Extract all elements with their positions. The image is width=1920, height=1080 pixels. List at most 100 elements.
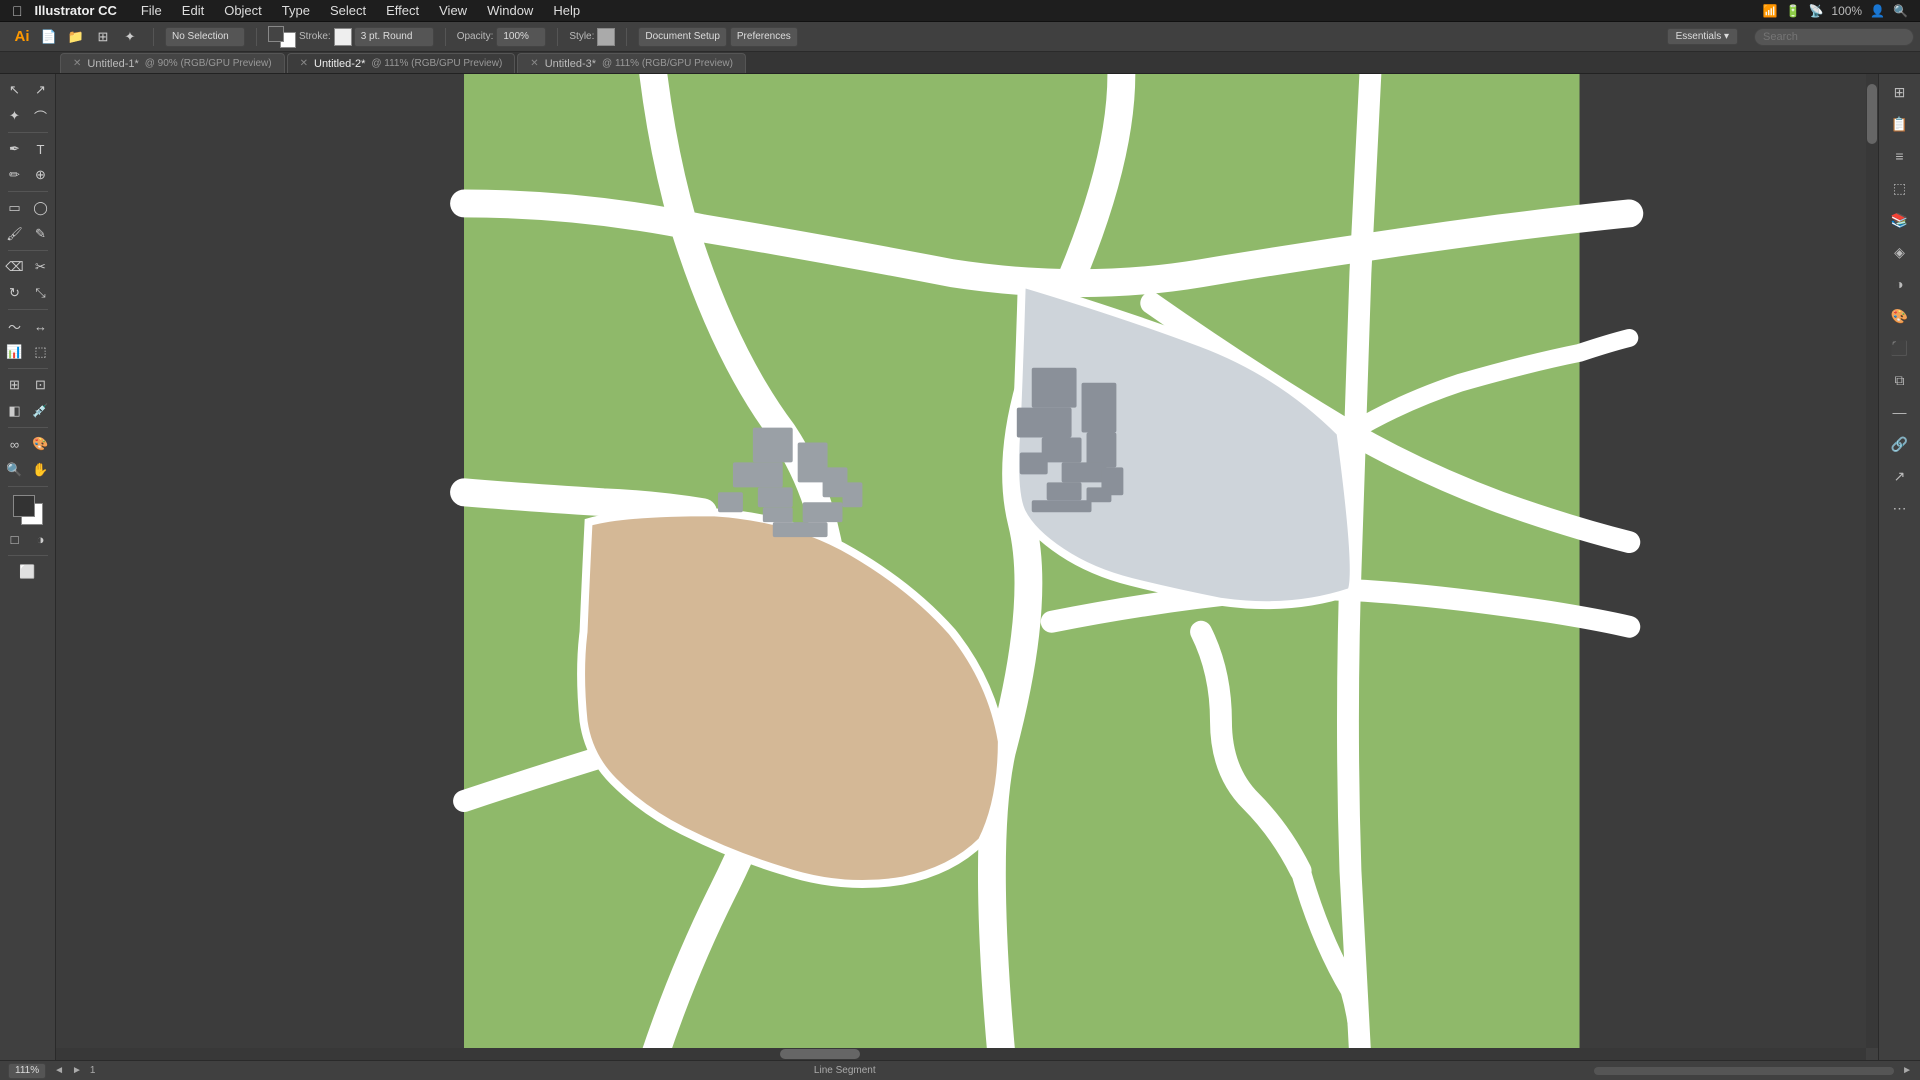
scale-tool[interactable]: ⤡ [29,281,53,305]
gradient-tool-row: ◧ 💉 [3,399,53,423]
hand-tool[interactable]: ✋ [29,458,53,482]
live-paint-tool[interactable]: 🎨 [29,432,53,456]
vertical-scroll-thumb[interactable] [1867,84,1877,144]
document-setup-button[interactable]: Document Setup [638,27,727,47]
properties-icon[interactable]: 📋 [1886,110,1914,138]
stroke-panel-icon[interactable]: — [1886,398,1914,426]
vertical-scrollbar[interactable] [1866,74,1878,1060]
links-icon[interactable]: 🔗 [1886,430,1914,458]
eyedropper-tool[interactable]: 💉 [29,399,53,423]
width-tool[interactable]: ↔ [29,314,53,338]
touch-type-tool[interactable]: ✏ [3,163,27,187]
eraser-tool[interactable]: ⌫ [3,255,27,279]
tab-untitled3[interactable]: ✕ Untitled-3* @ 111% (RGB/GPU Preview) [517,53,746,73]
fill-mode-icon[interactable]: □ [3,527,27,551]
artboard-tool[interactable]: ⬚ [29,340,53,364]
menu-edit[interactable]: Edit [172,1,214,20]
tab-untitled1[interactable]: ✕ Untitled-1* @ 90% (RGB/GPU Preview) [60,53,285,73]
blend-tool-row: ∞ 🎨 [3,432,53,456]
menu-select[interactable]: Select [320,1,376,20]
zoom-tool[interactable]: 🔍 [3,458,27,482]
menu-type[interactable]: Type [272,1,320,20]
pencil-tool[interactable]: ✎ [29,222,53,246]
warp-tool[interactable]: 〜 [3,314,27,338]
fill-swatch[interactable] [268,26,284,42]
menu-items: File Edit Object Type Select Effect View… [131,1,590,20]
tab-label-2: Untitled-2* [314,58,365,70]
perspective-grid-tool[interactable]: ⊞ [3,373,27,397]
symbols-icon[interactable]: ◈ [1886,238,1914,266]
user-icon: 👤 [1870,4,1885,18]
blend-tool[interactable]: ∞ [3,432,27,456]
lasso-tool[interactable]: ⌒ [29,104,53,128]
mode-row: □ ◑ [3,527,53,551]
pixel-icon[interactable]: ✦ [118,25,142,49]
layers-icon[interactable]: ≡ [1886,142,1914,170]
preferences-button[interactable]: Preferences [730,27,798,47]
new-doc-icon[interactable]: 📄 [37,25,61,49]
magic-wand-tool[interactable]: ✦ [3,104,27,128]
nav-prev-icon[interactable]: ◄ [54,1065,64,1076]
horizontal-scroll-thumb[interactable] [780,1049,860,1059]
gradient-tool[interactable]: ◧ [3,399,27,423]
warp-tool-row: 〜 ↔ [3,314,53,338]
scissors-tool[interactable]: ✂ [29,255,53,279]
close-icon-3[interactable]: ✕ [530,58,538,69]
browse-icon[interactable]: 📁 [64,25,88,49]
zoom-level[interactable]: 111% [8,1063,46,1079]
ellipse-tool[interactable]: ◯ [29,196,53,220]
fill-stroke-swatches[interactable] [268,26,296,48]
more-icon[interactable]: ⋯ [1886,494,1914,522]
gradient-mode-icon[interactable]: ◑ [29,527,53,551]
tab-zoom-2: @ 111% (RGB/GPU Preview) [371,58,502,69]
selection-tool[interactable]: ↖ [3,78,27,102]
column-graph-tool[interactable]: 📊 [3,340,27,364]
mesh-tool[interactable]: ⊡ [29,373,53,397]
stroke-color-swatch[interactable] [334,28,352,46]
rectangle-tool[interactable]: ▭ [3,196,27,220]
pen-tool[interactable]: ✒ [3,137,27,161]
screen-mode-row: ⬜ [16,560,40,584]
stroke-width-input[interactable]: 3 pt. Round [354,27,434,47]
artboards-icon[interactable]: ⬚ [1886,174,1914,202]
tab-zoom-3: @ 111% (RGB/GPU Preview) [602,58,733,69]
direct-selection-tool[interactable]: ↗ [29,78,53,102]
type-tool[interactable]: T [29,137,53,161]
pathfinder-icon[interactable]: ⧉ [1886,366,1914,394]
paintbrush-tool[interactable]: 🖌 [3,222,27,246]
nav-next-icon[interactable]: ► [72,1065,82,1076]
menu-object[interactable]: Object [214,1,272,20]
transform-icon[interactable]: ⊞ [1886,78,1914,106]
tab-untitled2[interactable]: ✕ Untitled-2* @ 111% (RGB/GPU Preview) [287,53,516,73]
appearance-icon[interactable]: ◑ [1886,270,1914,298]
search-input[interactable] [1754,28,1914,46]
screen-mode-icon[interactable]: ⬜ [16,560,40,584]
align-icon[interactable]: ⬛ [1886,334,1914,362]
menu-view[interactable]: View [429,1,477,20]
horizontal-scrollbar[interactable] [56,1048,1866,1060]
menu-help[interactable]: Help [543,1,590,20]
close-icon-2[interactable]: ✕ [300,58,308,69]
close-icon[interactable]: ✕ [73,58,81,69]
menu-effect[interactable]: Effect [376,1,429,20]
sep4 [557,28,558,46]
rotate-tool[interactable]: ↻ [3,281,27,305]
export-icon[interactable]: ↗ [1886,462,1914,490]
style-swatch[interactable] [597,28,615,46]
fill-main-swatch[interactable] [13,495,35,517]
essentials-button[interactable]: Essentials ▾ [1667,28,1738,45]
apple-logo-icon[interactable]:  [0,3,35,19]
menu-window[interactable]: Window [477,1,543,20]
view-toggle-icon[interactable]: ⊞ [91,25,115,49]
menu-file[interactable]: File [131,1,172,20]
menubar-right: 📶 🔋 📡 100% 👤 🔍 [1763,4,1920,18]
anchor-tool[interactable]: ⊕ [29,163,53,187]
search-icon[interactable]: 🔍 [1893,4,1908,18]
nav-arrow-icon[interactable]: ► [1902,1065,1912,1076]
libraries-icon[interactable]: 📚 [1886,206,1914,234]
fill-stroke-swatch-stack[interactable] [13,495,43,525]
illustrator-icon: Ai [10,25,34,49]
sep1 [153,28,154,46]
graphic-styles-icon[interactable]: 🎨 [1886,302,1914,330]
opacity-input[interactable]: 100% [496,27,546,47]
